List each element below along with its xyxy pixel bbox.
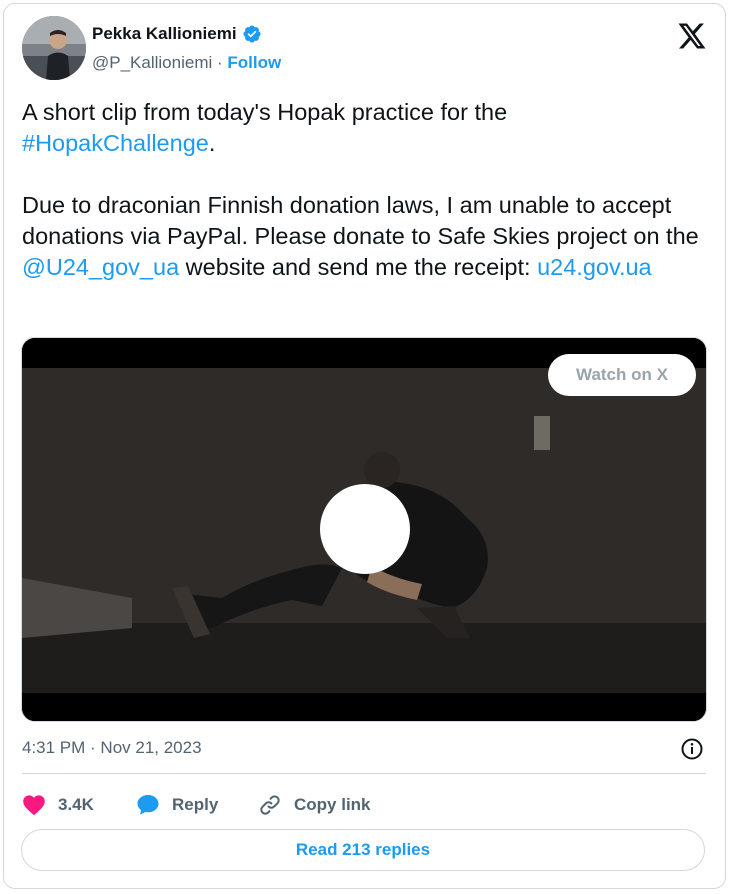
reply-button[interactable]: Reply	[136, 793, 258, 817]
url-link[interactable]: u24.gov.ua	[537, 254, 652, 280]
like-button[interactable]: 3.4K	[22, 794, 136, 816]
copy-link-label: Copy link	[294, 795, 371, 814]
verified-badge-icon	[242, 24, 262, 44]
tweet-text-para2-b: website and send me the receipt:	[179, 254, 538, 280]
link-icon	[258, 793, 282, 817]
copy-link-button[interactable]: Copy link	[258, 793, 371, 817]
tweet-text: A short clip from today's Hopak practice…	[22, 97, 702, 283]
tweet-text-line1: A short clip from today's Hopak practice…	[22, 99, 514, 125]
watch-on-x-button[interactable]: Watch on X	[548, 354, 696, 396]
video-media[interactable]: Watch on X	[21, 337, 707, 722]
author-name-row: Pekka Kallioniemi	[92, 24, 262, 44]
heart-icon	[22, 794, 46, 816]
author-handle-row: @P_Kallioniemi · Follow	[92, 53, 281, 73]
action-bar: 3.4K Reply Copy link	[22, 790, 371, 820]
tweet-text-para2-a: Due to draconian Finnish donation laws, …	[22, 192, 706, 249]
hashtag-link[interactable]: #HopakChallenge	[22, 130, 209, 156]
divider	[22, 773, 706, 774]
speech-bubble-icon	[136, 793, 160, 817]
like-count: 3.4K	[58, 795, 94, 814]
play-button-icon[interactable]	[320, 484, 410, 574]
x-logo-icon[interactable]	[677, 22, 709, 50]
info-icon[interactable]	[680, 737, 704, 761]
author-handle[interactable]: @P_Kallioniemi	[92, 53, 212, 72]
read-replies-button[interactable]: Read 213 replies	[21, 829, 705, 871]
author-name[interactable]: Pekka Kallioniemi	[92, 24, 237, 44]
tweet-timestamp[interactable]: 4:31 PM · Nov 21, 2023	[22, 738, 202, 758]
avatar[interactable]	[22, 16, 86, 80]
follow-link[interactable]: Follow	[227, 53, 281, 72]
handle-separator: ·	[217, 53, 223, 72]
reply-label: Reply	[172, 795, 219, 814]
tweet-text-line1-end: .	[208, 130, 216, 156]
mention-link[interactable]: @U24_gov_ua	[22, 254, 179, 280]
